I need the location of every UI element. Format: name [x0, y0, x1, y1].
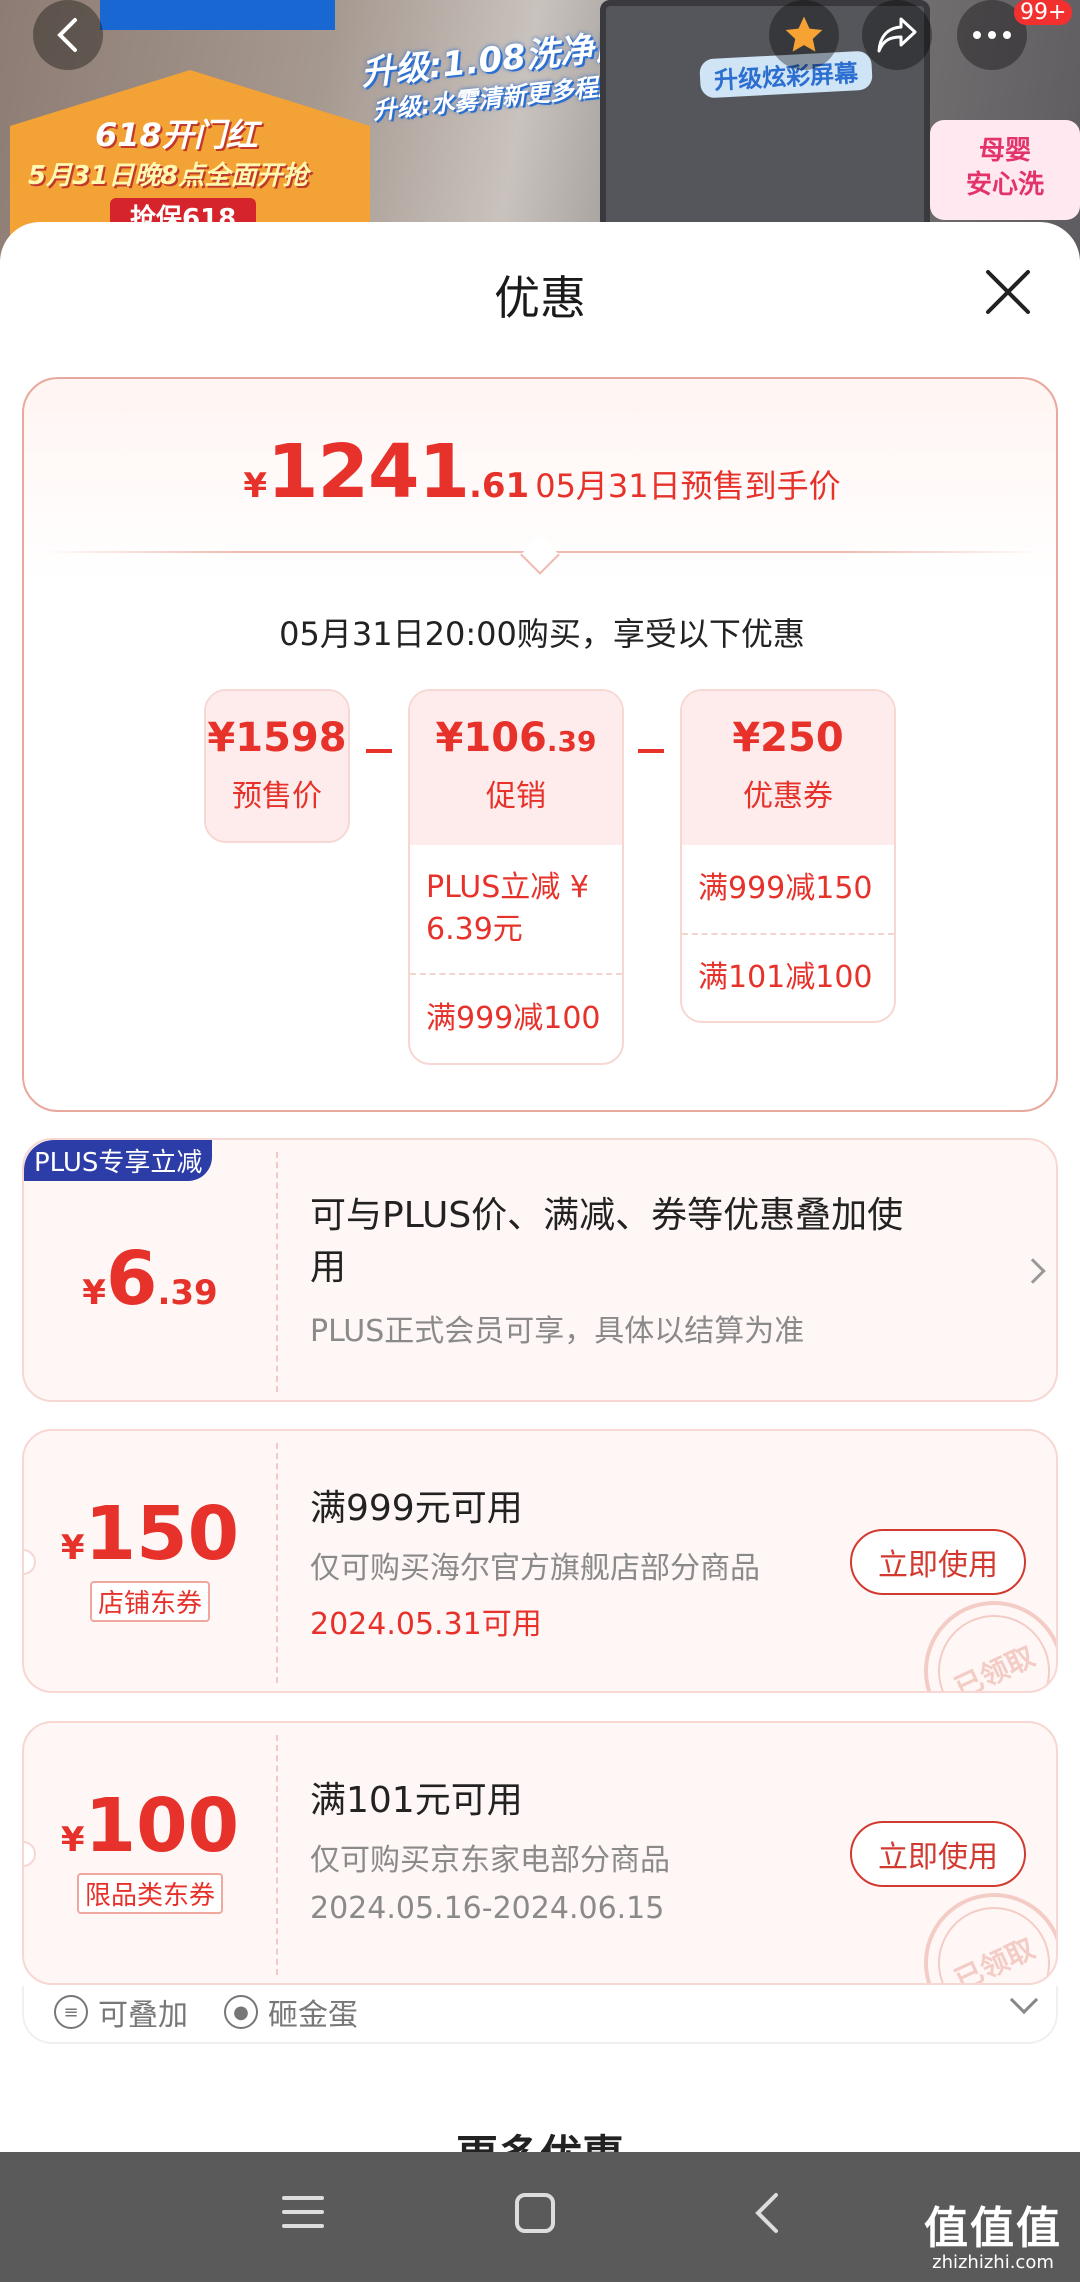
favorite-button[interactable] — [769, 0, 839, 70]
presale-value: ¥1598 — [207, 715, 347, 761]
watermark-main: 值值值 — [924, 2203, 1062, 2254]
coupon-threshold: 满101元可用 — [310, 1780, 523, 1821]
plus-discount-card[interactable]: PLUS专享立减 ¥6.39 可与PLUS价、满减、券等优惠叠加使用 PLUS正… — [22, 1138, 1058, 1402]
stack-icon: ≡ — [54, 1995, 88, 2029]
coupon-scope: 仅可购买海尔官方旗舰店部分商品 — [310, 1551, 760, 1586]
system-navigation-bar — [0, 2152, 1080, 2282]
promotion-box: ¥106.39 促销 PLUS立减 ¥ 6.39元 满999减100 — [408, 689, 624, 1065]
home-icon[interactable] — [514, 2192, 556, 2234]
use-coupon-button[interactable]: 立即使用 — [850, 1529, 1026, 1595]
plus-amount-area: ¥6.39 — [24, 1140, 276, 1400]
summary-divider-notch — [520, 535, 560, 575]
coupon-card: ¥150 店铺东券 满999元可用 仅可购买海尔官方旗舰店部分商品 2024.0… — [22, 1429, 1058, 1693]
chevron-down-icon[interactable] — [1009, 1985, 1039, 2015]
watermark-url: zhizhizhi.com — [932, 2252, 1054, 2273]
final-price-decimal: .61 — [468, 466, 530, 506]
final-price-label: 05月31日预售到手价 — [535, 467, 841, 505]
coupon-head: ¥250 优惠券 — [682, 691, 894, 845]
menu-icon[interactable] — [282, 2192, 324, 2232]
discount-sheet: 优惠 ¥1241.61 05月31日预售到手价 05月31日20:00购买，享受以… — [0, 222, 1080, 2180]
purchase-time-note: 05月31日20:00购买，享受以下优惠 — [279, 615, 805, 653]
coupon-value: ¥250 — [732, 715, 844, 761]
coupon-content: 满101元可用 仅可购买京东家电部分商品 2024.05.16-2024.06.… — [310, 1771, 850, 1926]
more-dots-icon — [973, 31, 1011, 39]
coupon-total-box: ¥250 优惠券 满999减150 满101减100 — [680, 689, 896, 1023]
minus-sign — [366, 749, 392, 753]
chevron-left-icon — [57, 18, 77, 52]
currency-symbol: ¥ — [243, 466, 267, 506]
corner-badge: 母婴 安心洗 — [930, 120, 1080, 220]
message-count-badge: 99+ — [1014, 0, 1073, 25]
coupon-amount: ¥100 — [60, 1783, 240, 1869]
presale-head: ¥1598 预售价 — [206, 691, 348, 841]
promotion-row: 满999减100 — [410, 973, 622, 1063]
plus-card-content: 可与PLUS价、满减、券等优惠叠加使用 PLUS正式会员可享，具体以结算为准 — [310, 1190, 910, 1350]
coupon-amount-area: ¥100 限品类东券 — [24, 1723, 276, 1983]
back-button[interactable] — [33, 0, 103, 70]
coupon-card: ¥100 限品类东券 满101元可用 仅可购买京东家电部分商品 2024.05.… — [22, 1721, 1058, 1985]
presale-price-box: ¥1598 预售价 — [204, 689, 350, 843]
sheet-title: 优惠 — [494, 271, 586, 325]
event-subtitle: 5月31日晚8点全面开抢 — [28, 161, 309, 191]
minus-sign — [638, 749, 664, 753]
close-icon — [986, 270, 1030, 314]
plus-card-title: 可与PLUS价、满减、券等优惠叠加使用 — [310, 1195, 904, 1288]
site-watermark: 值值值 zhizhizhi.com — [924, 2192, 1062, 2273]
share-button[interactable] — [862, 0, 932, 70]
presale-name: 预售价 — [232, 779, 322, 814]
promotion-name: 促销 — [486, 779, 546, 814]
promotion-row: PLUS立减 ¥ 6.39元 — [426, 870, 589, 947]
coupon-row: 满101减100 — [682, 933, 894, 1021]
use-coupon-button[interactable]: 立即使用 — [850, 1821, 1026, 1887]
golden-egg-tag: ● 砸金蛋 — [224, 1990, 358, 2034]
price-summary-card: ¥1241.61 05月31日预售到手价 05月31日20:00购买，享受以下优惠… — [22, 377, 1058, 1112]
coupon-scope: 仅可购买京东家电部分商品 — [310, 1843, 670, 1878]
final-price-line: ¥1241.61 05月31日预售到手价 — [24, 429, 1060, 515]
event-title: 618开门红 — [95, 116, 258, 154]
card-separator — [276, 1443, 278, 1683]
card-separator — [276, 1735, 278, 1975]
coupon-validity: 2024.05.16-2024.06.15 — [310, 1891, 665, 1926]
coupon-amount: ¥150 — [60, 1491, 240, 1577]
card-separator — [276, 1152, 278, 1392]
coupon-name: 优惠券 — [743, 779, 833, 814]
coupon-content: 满999元可用 仅可购买海尔官方旗舰店部分商品 2024.05.31可用 — [310, 1479, 850, 1643]
share-icon — [877, 17, 917, 53]
coupon-amount-area: ¥150 店铺东券 — [24, 1431, 276, 1691]
coupon-validity: 2024.05.31可用 — [310, 1607, 542, 1642]
star-icon — [785, 16, 823, 52]
coupon-threshold: 满999元可用 — [310, 1488, 523, 1529]
plus-amount: ¥6.39 — [82, 1236, 218, 1322]
coupon-type-tag: 限品类东券 — [76, 1873, 223, 1914]
header-blue-strip — [100, 0, 335, 30]
chevron-right-icon — [1020, 1258, 1046, 1284]
plus-card-subtitle: PLUS正式会员可享，具体以结算为准 — [310, 1314, 805, 1349]
corner-badge-line1: 母婴 — [978, 136, 1031, 166]
final-price-integer: 1241 — [267, 429, 470, 515]
promotion-head: ¥106.39 促销 — [410, 691, 622, 845]
coupon-row: 满999减150 — [698, 871, 873, 906]
promotion-value: ¥106.39 — [435, 715, 597, 761]
claimed-stamp: 已领取 — [900, 1577, 1056, 1691]
stackable-tag: ≡ 可叠加 — [54, 1990, 188, 2034]
corner-badge-line2: 安心洗 — [965, 170, 1044, 200]
close-button[interactable] — [980, 264, 1036, 320]
back-nav-icon[interactable] — [752, 2192, 782, 2234]
coupon-tags-row[interactable]: ≡ 可叠加 ● 砸金蛋 — [22, 1985, 1058, 2044]
coupon-type-tag: 店铺东券 — [89, 1581, 210, 1622]
claimed-stamp: 已领取 — [900, 1869, 1056, 1983]
egg-icon: ● — [224, 1995, 258, 2029]
